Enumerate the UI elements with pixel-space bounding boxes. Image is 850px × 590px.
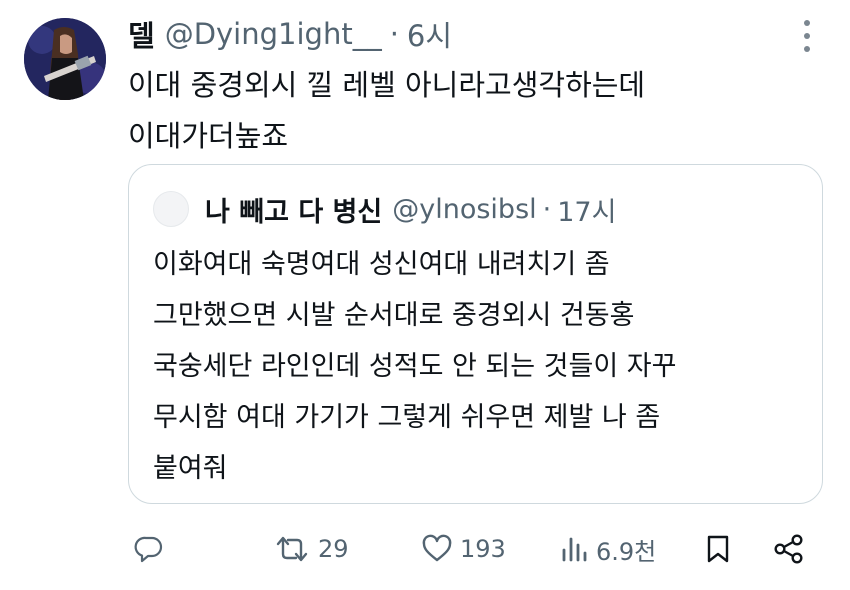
action-bar: 29 193 6.9천 — [0, 522, 850, 576]
bookmark-button[interactable] — [703, 522, 733, 576]
quoted-post-text: 이화여대 숙명여대 성신여대 내려치기 좀 그만했으면 시발 순서대로 중경외시… — [153, 239, 803, 494]
quoted-author-name: 나 빼고 다 병신 — [205, 196, 383, 228]
post-text: 이대 중경외시 낄 레벨 아니라고생각하는데 이대가더높죠 — [128, 60, 808, 162]
reply-icon — [134, 536, 163, 563]
quoted-post-header: 나 빼고 다 병신 @ylnosibsl · 17시 — [205, 187, 616, 231]
post-time[interactable]: 6시 — [407, 13, 452, 55]
more-dot-icon — [804, 46, 810, 52]
retweet-button[interactable]: 29 — [272, 522, 349, 576]
quoted-author-handle: @ylnosibsl — [392, 193, 537, 225]
author-avatar[interactable] — [24, 18, 106, 100]
like-button[interactable]: 193 — [420, 522, 506, 576]
more-dot-icon — [804, 20, 810, 26]
quoted-text-line: 붙여줘 — [153, 453, 228, 484]
quoted-text-line: 그만했으면 시발 순서대로 중경외시 건동홍 — [153, 300, 635, 331]
quoted-post[interactable]: 나 빼고 다 병신 @ylnosibsl · 17시 이화여대 숙명여대 성신여… — [128, 164, 823, 504]
views-button[interactable]: 6.9천 — [560, 522, 656, 576]
retweet-count: 29 — [318, 535, 349, 563]
bookmark-icon — [707, 535, 729, 563]
views-count: 6.9천 — [596, 537, 657, 566]
separator-dot: · — [389, 17, 399, 51]
quoted-author-avatar[interactable] — [153, 191, 189, 227]
like-count: 193 — [460, 535, 506, 563]
retweet-icon — [276, 536, 308, 562]
quoted-text-line: 무시함 여대 가기가 그렇게 쉬우면 제발 나 좀 — [153, 402, 661, 433]
author-handle[interactable]: @Dying1ight__ — [165, 17, 382, 51]
more-dot-icon — [804, 33, 810, 39]
avatar-image — [24, 18, 106, 100]
more-options-button[interactable] — [800, 20, 814, 52]
share-button[interactable] — [772, 522, 806, 576]
author-name[interactable]: 델 — [128, 13, 155, 55]
separator-dot: · — [542, 193, 552, 225]
views-icon — [562, 537, 587, 562]
post-text-line: 이대 중경외시 낄 레벨 아니라고생각하는데 — [128, 68, 646, 102]
quoted-text-line: 국숭세단 라인인데 성적도 안 되는 것들이 자꾸 — [153, 351, 677, 382]
quoted-post-time: 17시 — [557, 196, 617, 228]
post-header: 델 @Dying1ight__ · 6시 — [128, 14, 452, 54]
reply-button[interactable] — [133, 522, 165, 576]
heart-icon — [422, 534, 452, 562]
share-icon — [774, 534, 803, 564]
quoted-text-line: 이화여대 숙명여대 성신여대 내려치기 좀 — [153, 249, 610, 280]
post-text-line: 이대가더높죠 — [128, 119, 289, 153]
